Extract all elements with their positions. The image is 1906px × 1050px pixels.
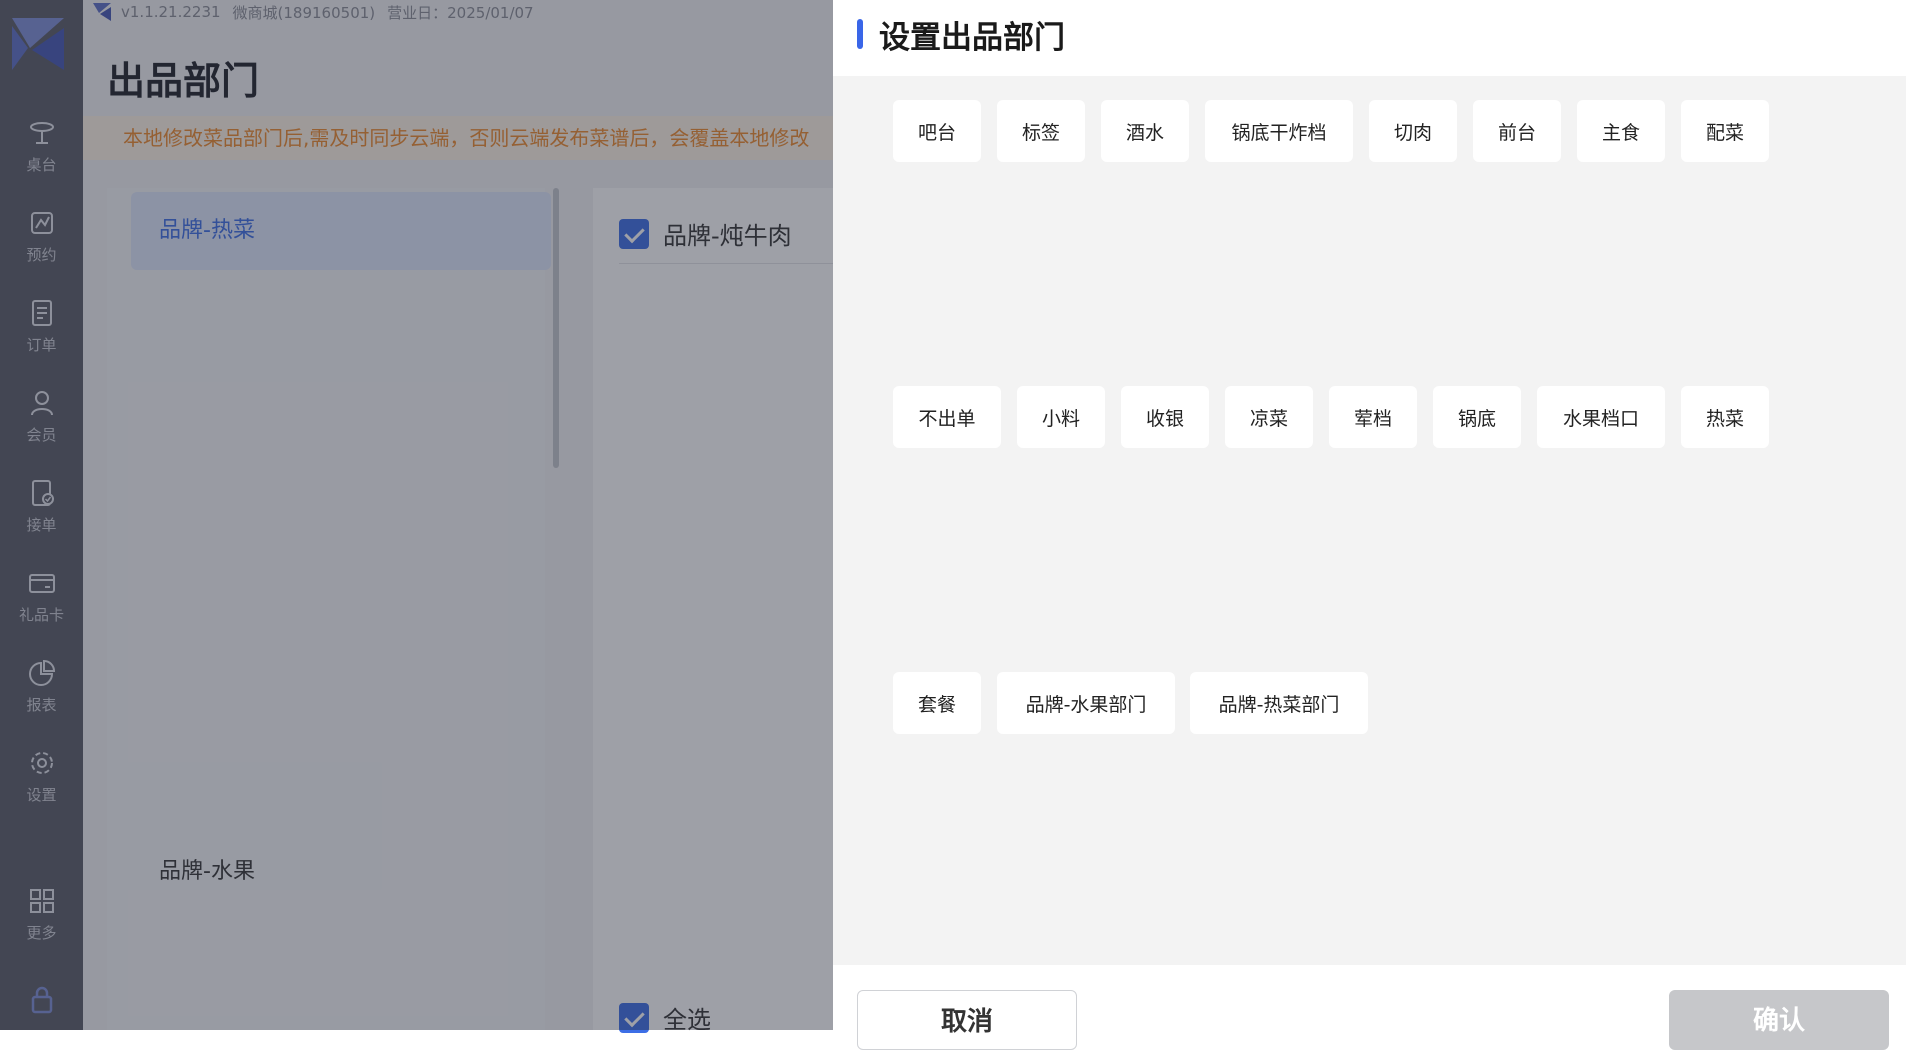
title-accent-bar — [857, 19, 863, 49]
cancel-button[interactable]: 取消 — [857, 990, 1077, 1050]
confirm-button[interactable]: 确认 — [1669, 990, 1889, 1050]
modal-overlay[interactable] — [0, 0, 833, 1030]
department-option[interactable]: 吧台 — [893, 100, 981, 162]
set-department-drawer: 设置出品部门 吧台 标签 酒水 锅底干炸档 切肉 前台 主食 配菜 不出单 小料… — [833, 0, 1906, 1050]
department-option[interactable]: 收银 — [1121, 386, 1209, 448]
department-option[interactable]: 不出单 — [893, 386, 1001, 448]
department-option[interactable]: 酒水 — [1101, 100, 1189, 162]
department-option[interactable]: 荤档 — [1329, 386, 1417, 448]
department-option[interactable]: 套餐 — [893, 672, 981, 734]
department-option[interactable]: 品牌-水果部门 — [997, 672, 1175, 734]
department-option[interactable]: 小料 — [1017, 386, 1105, 448]
drawer-footer: 取消 确认 — [833, 965, 1906, 1050]
department-option[interactable]: 凉菜 — [1225, 386, 1313, 448]
department-option[interactable]: 锅底干炸档 — [1205, 100, 1353, 162]
department-option[interactable]: 切肉 — [1369, 100, 1457, 162]
department-option[interactable]: 标签 — [997, 100, 1085, 162]
department-option[interactable]: 主食 — [1577, 100, 1665, 162]
department-option[interactable]: 水果档口 — [1537, 386, 1665, 448]
department-option[interactable]: 热菜 — [1681, 386, 1769, 448]
department-option[interactable]: 配菜 — [1681, 100, 1769, 162]
department-option[interactable]: 锅底 — [1433, 386, 1521, 448]
department-grid: 吧台 标签 酒水 锅底干炸档 切肉 前台 主食 配菜 不出单 小料 收银 凉菜 … — [833, 76, 1906, 965]
drawer-title: 设置出品部门 — [879, 20, 1065, 56]
department-option[interactable]: 品牌-热菜部门 — [1190, 672, 1368, 734]
department-option[interactable]: 前台 — [1473, 100, 1561, 162]
drawer-header: 设置出品部门 — [833, 0, 1906, 76]
